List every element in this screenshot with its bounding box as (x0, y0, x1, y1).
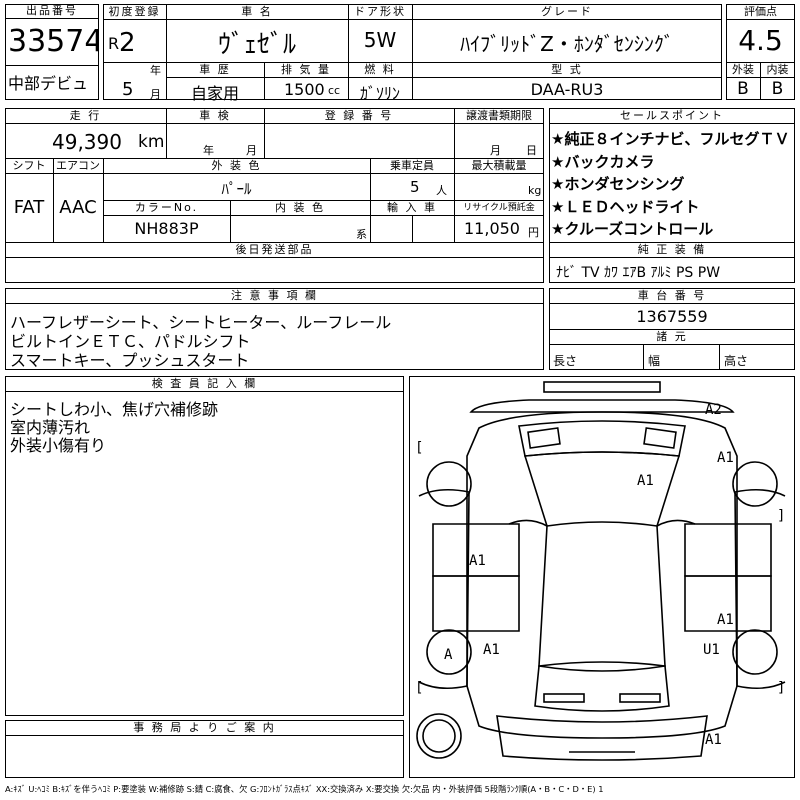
car-name-header: 車 名 (241, 5, 273, 18)
damage-a1-rr: A1 (717, 612, 734, 628)
parts-later-header: 後日発送部品 (235, 243, 314, 256)
color-no-header: カラーNo. (134, 201, 199, 214)
kg-unit: kg (528, 184, 542, 197)
damage-legend: A:ｷｽﾞ U:ﾍｺﾐ B:ｷｽﾞを伴うﾍｺﾐ P:要塗装 W:補修跡 S:錆 … (5, 784, 604, 794)
aircon: AAC (59, 197, 97, 218)
chassis-header: 車 台 番 号 (637, 289, 707, 302)
color-no: NH883P (134, 219, 199, 238)
inspector-header: 検 査 員 記 入 欄 (151, 377, 258, 390)
transfer-doc-header: 譲渡書類期限 (466, 109, 532, 122)
sales-point-1: ★純正８インチナビ、フルセグＴＶ (551, 130, 790, 148)
history: 自家用 (190, 84, 239, 103)
exterior-grade: B (737, 79, 749, 99)
interior-header: 内装 (766, 63, 789, 76)
history-header: 車 歴 (199, 63, 231, 76)
ext-color: ﾊﾟｰﾙ (221, 180, 252, 198)
month: 5 (122, 79, 134, 100)
equipment-header: 純 正 装 備 (637, 243, 707, 256)
grade-header: グレード (541, 5, 593, 18)
cc-unit: cc (328, 84, 341, 97)
bracket-right-bottom: ] (777, 680, 785, 696)
sales-point-2: ★バックカメラ (551, 153, 655, 171)
max-load-header: 最大積載量 (471, 159, 527, 172)
year-unit: 年 (150, 64, 161, 77)
debut-label: 中部デビュ (8, 74, 89, 93)
damage-a1-lr: A1 (483, 642, 500, 658)
lot-number-header: 出品番号 (5, 4, 99, 19)
fuel-header: 燃 料 (364, 63, 396, 76)
interior-grade: B (771, 79, 784, 99)
year: 2 (119, 28, 136, 58)
km-unit: km (138, 132, 165, 152)
score-header: 評価点 (744, 5, 777, 18)
capacity: 5 (410, 178, 420, 196)
shift: FAT (13, 197, 45, 218)
sales-point-4: ★ＬＥＤヘッドライト (551, 198, 700, 216)
sales-points-header: セールスポイント (620, 109, 724, 122)
grade: ﾊｲﾌﾞﾘｯﾄﾞZ・ﾎﾝﾀﾞｾﾝｼﾝｸﾞ (460, 32, 674, 56)
exterior-header: 外装 (732, 63, 754, 76)
door: 5W (363, 28, 397, 52)
chassis-no: 1367559 (636, 307, 708, 326)
reg-no-header: 登 録 番 号 (324, 109, 394, 122)
era: R (108, 34, 120, 53)
displacement: 1500 (284, 80, 325, 99)
model-code-header: 型 式 (551, 63, 583, 76)
model-code: DAA-RU3 (530, 80, 604, 99)
mileage-header: 走 行 (69, 109, 102, 122)
damage-a2: A2 (705, 402, 722, 418)
office-header: 事 務 局 よ り ご 案 内 (133, 721, 276, 734)
sales-point-3: ★ホンダセンシング (551, 175, 685, 193)
mileage: 49,390 (52, 130, 122, 154)
fuel: ｶﾞｿﾘﾝ (359, 84, 400, 103)
yen-unit: 円 (528, 226, 539, 239)
inspection-month-unit: 月 (246, 144, 257, 157)
lot-number: 33574 (8, 24, 98, 59)
recycle-header: リサイクル預託金 (463, 203, 535, 213)
dims-header: 諸 元 (656, 330, 688, 343)
int-color-unit: 系 (356, 228, 367, 241)
transfer-month-unit: 月 (490, 144, 501, 157)
notes-header: 注 意 事 項 欄 (231, 289, 318, 302)
note-line-3: スマートキー、プッシュスタート (10, 351, 250, 370)
first-reg-header: 初度登録 (108, 5, 161, 18)
month-unit: 月 (150, 88, 161, 101)
inspection-header: 車 検 (199, 109, 231, 122)
bracket-left-top: [ (415, 440, 423, 456)
aircon-header: エアコン (56, 159, 100, 172)
bracket-left-bottom: [ (415, 680, 423, 696)
displacement-header: 排 気 量 (281, 63, 331, 76)
recycle: 11,050 (464, 219, 520, 238)
score: 4.5 (738, 24, 783, 57)
damage-a1-bumper: A1 (705, 732, 722, 748)
damage-u1: U1 (703, 642, 720, 658)
sales-point-5: ★クルーズコントロール (551, 220, 714, 238)
capacity-unit: 人 (436, 184, 447, 197)
inspection-year-unit: 年 (203, 144, 214, 157)
capacity-header: 乗車定員 (390, 159, 434, 172)
damage-a1-lf: A1 (469, 553, 486, 569)
height-label: 高さ (724, 354, 749, 368)
bracket-right-top: ] (777, 508, 785, 524)
int-color-header: 内 装 色 (275, 201, 325, 214)
shift-header: シフト (12, 159, 46, 172)
transfer-day-unit: 日 (526, 144, 537, 157)
car-diagram: A2 A1 A1 A1 A1 A1 U1 A A1 [ [ ] ] (415, 381, 785, 761)
ext-color-header: 外 装 色 (211, 159, 262, 172)
import-header: 輸 入 車 (387, 201, 437, 214)
inspector-line-3: 外装小傷有り (10, 436, 107, 455)
length-label: 長さ (553, 354, 578, 368)
damage-a-wheel: A (444, 647, 453, 663)
damage-a1-roof: A1 (637, 473, 654, 489)
damage-a1-rf: A1 (717, 450, 734, 466)
door-header: ドア形状 (354, 5, 406, 18)
car-name: ｳﾞｪｾﾞﾙ (217, 30, 296, 60)
equipment: ﾅﾋﾞ TV ｶﾜ ｴｱB ｱﾙﾐ PS PW (556, 265, 721, 281)
width-label: 幅 (648, 354, 661, 368)
